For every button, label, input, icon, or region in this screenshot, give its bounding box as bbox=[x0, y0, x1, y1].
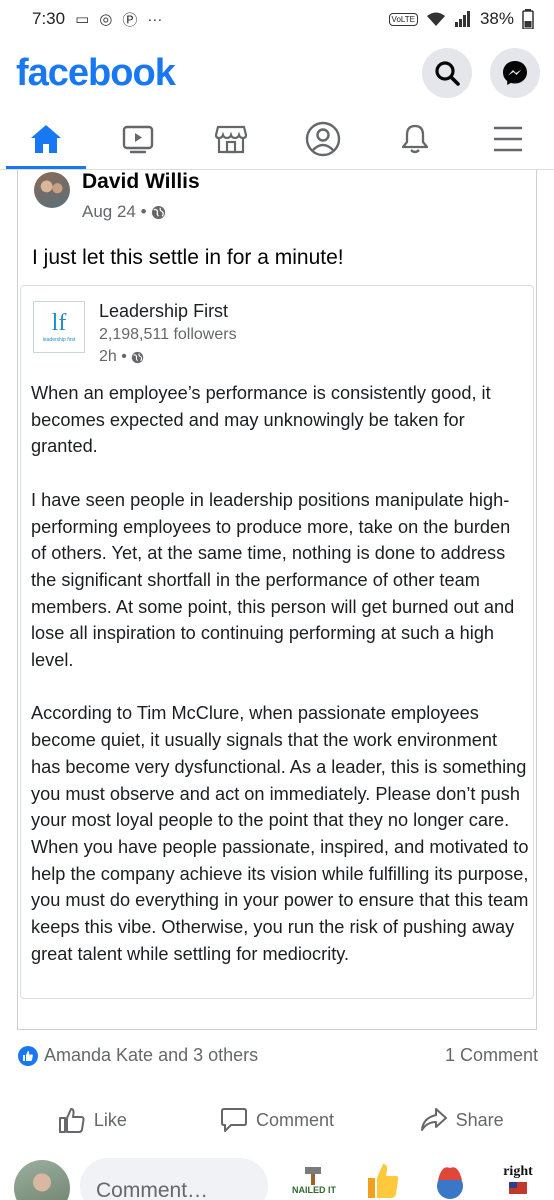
video-icon bbox=[123, 125, 154, 153]
shared-paragraph: I have seen people in leadership positio… bbox=[31, 489, 515, 671]
sticker-right-text: right bbox=[503, 1164, 533, 1179]
thumbs-up-icon bbox=[58, 1108, 85, 1133]
battery-level: 38% bbox=[479, 9, 514, 28]
comment-input[interactable]: Comment… bbox=[80, 1158, 268, 1200]
shared-paragraph: According to Tim McClure, when passionat… bbox=[31, 703, 529, 964]
author-avatar[interactable] bbox=[34, 172, 70, 208]
comment-composer: Comment… NAILED IT right bbox=[14, 1158, 554, 1200]
sticker-nailed-it-text: NAILED IT bbox=[292, 1185, 336, 1195]
message-icon: ▭ bbox=[75, 11, 90, 28]
share-icon bbox=[420, 1108, 447, 1131]
post-text: I just let this settle in for a minute! bbox=[32, 246, 344, 269]
marketplace-icon bbox=[214, 125, 247, 153]
page-logo[interactable]: lf leadership first bbox=[33, 301, 85, 353]
more-notifications-icon: ··· bbox=[147, 10, 163, 28]
tab-notifications[interactable] bbox=[369, 108, 461, 169]
shared-post-body: When an employee’s performance is consis… bbox=[31, 380, 529, 994]
bell-icon bbox=[402, 124, 429, 153]
messenger-icon bbox=[503, 61, 527, 85]
sticker-celebration[interactable] bbox=[428, 1158, 472, 1200]
like-button[interactable]: Like bbox=[0, 1100, 185, 1140]
signal-icon bbox=[454, 11, 470, 27]
user-avatar bbox=[14, 1160, 70, 1200]
home-icon bbox=[31, 124, 62, 153]
shared-post[interactable]: lf leadership first Leadership First 2,1… bbox=[20, 285, 534, 999]
wifi-icon bbox=[426, 12, 445, 26]
shared-page-name[interactable]: Leadership First bbox=[99, 301, 228, 322]
shared-paragraph: When an employee’s performance is consis… bbox=[31, 383, 491, 457]
tab-marketplace[interactable] bbox=[185, 108, 277, 169]
sticker-nailed-it[interactable]: NAILED IT bbox=[292, 1158, 336, 1200]
battery-icon bbox=[522, 9, 534, 29]
share-label: Share bbox=[455, 1109, 504, 1130]
comment-label: Comment bbox=[255, 1109, 335, 1130]
tab-home[interactable] bbox=[0, 108, 92, 169]
post-date-text[interactable]: Aug 24 • bbox=[82, 202, 147, 222]
shared-post-time-text[interactable]: 2h • bbox=[99, 348, 127, 366]
page-logo-subtext: leadership first bbox=[42, 337, 76, 343]
pinterest-icon: Ⓟ bbox=[122, 11, 138, 29]
app-header: facebook bbox=[0, 38, 554, 108]
flag-icon bbox=[509, 1182, 527, 1194]
main-nav bbox=[0, 108, 554, 170]
comments-count[interactable]: 1 Comment bbox=[445, 1045, 538, 1066]
globe-icon bbox=[131, 351, 144, 363]
comment-button[interactable]: Comment bbox=[185, 1100, 370, 1140]
search-button[interactable] bbox=[422, 48, 472, 98]
search-icon bbox=[435, 61, 460, 86]
thumbs-up-emoji-icon bbox=[368, 1164, 399, 1198]
shared-post-time: 2h • bbox=[99, 348, 144, 366]
like-label: Like bbox=[93, 1109, 127, 1130]
status-time: 7:30 bbox=[32, 9, 66, 28]
share-button[interactable]: Share bbox=[369, 1100, 554, 1140]
comment-icon bbox=[220, 1108, 247, 1132]
author-name[interactable]: David Willis bbox=[82, 170, 200, 194]
hands-icon bbox=[437, 1167, 463, 1199]
feed-post: David Willis Aug 24 • I just let this se… bbox=[17, 170, 537, 1030]
menu-icon bbox=[493, 126, 522, 151]
sticker-thumbs-up[interactable] bbox=[360, 1158, 404, 1200]
post-actions: Like Comment Share bbox=[0, 1100, 554, 1140]
reactions-count[interactable]: Amanda Kate and 3 others bbox=[44, 1045, 258, 1066]
hammer-icon bbox=[305, 1167, 321, 1185]
reactions-summary: Amanda Kate and 3 others 1 Comment bbox=[18, 1045, 538, 1066]
facebook-logo: facebook bbox=[16, 51, 176, 94]
sticker-right[interactable]: right bbox=[496, 1158, 540, 1200]
instagram-icon: ◎ bbox=[99, 11, 113, 28]
globe-icon bbox=[151, 205, 165, 219]
tab-watch[interactable] bbox=[92, 108, 184, 169]
tab-profile[interactable] bbox=[277, 108, 369, 169]
messenger-button[interactable] bbox=[490, 48, 540, 98]
shared-page-followers: 2,198,511 followers bbox=[99, 326, 237, 343]
tab-menu[interactable] bbox=[462, 108, 554, 169]
profile-icon bbox=[305, 121, 341, 156]
volte-icon: VoLTE bbox=[388, 12, 418, 26]
post-date: Aug 24 • bbox=[82, 202, 200, 222]
status-bar: 7:30 ▭ ◎ Ⓟ ··· VoLTE 38% bbox=[0, 0, 554, 38]
post-author: David Willis Aug 24 • bbox=[34, 170, 200, 222]
page-logo-text: lf bbox=[51, 310, 67, 336]
like-reaction-icon bbox=[18, 1045, 38, 1066]
